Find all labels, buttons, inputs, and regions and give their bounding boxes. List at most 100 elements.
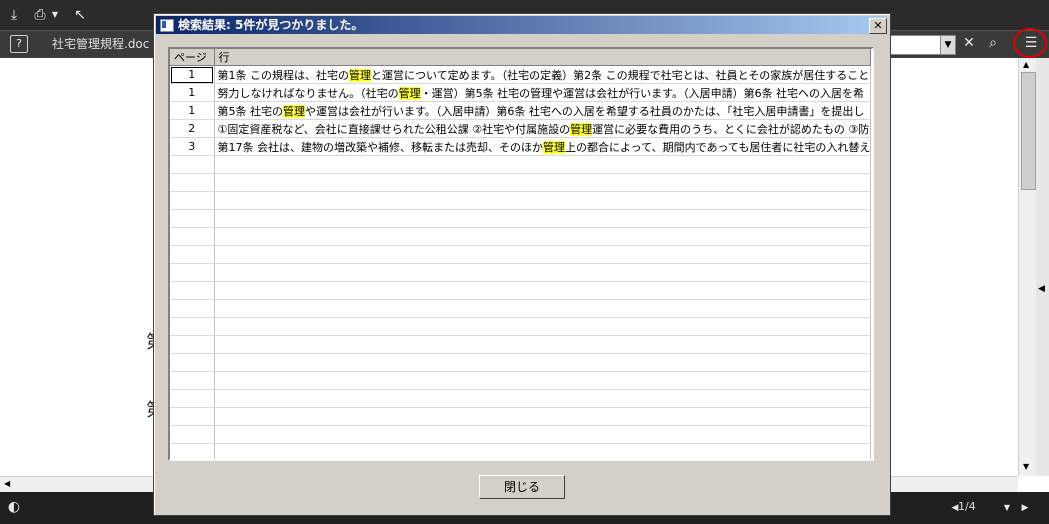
empty-row: [170, 317, 871, 336]
empty-cell: [170, 443, 215, 459]
line-text: ①固定資産税など、会社に直接課せられた公租公課 ②社宅や付属施設の: [217, 122, 571, 136]
empty-cell: [170, 335, 215, 354]
empty-cell: [214, 281, 871, 300]
empty-row: [170, 335, 871, 354]
match-highlight: 管理: [398, 86, 421, 100]
empty-row: [170, 263, 871, 282]
empty-cell: [170, 209, 215, 228]
empty-row: [170, 407, 871, 426]
window-icon: [160, 19, 174, 32]
line-text: 第1条 この規程は、社宅の: [217, 68, 350, 82]
next-page-icon[interactable]: ▶: [1020, 498, 1030, 518]
empty-row: [170, 443, 871, 459]
empty-cell: [214, 389, 871, 408]
empty-row: [170, 209, 871, 228]
search-results-dialog: 検索結果: 5件が見つかりました。 ✕ ページ 行 1 第1条 この規程は、社宅の…: [153, 13, 891, 516]
scroll-left-icon[interactable]: ◀: [4, 479, 10, 488]
empty-cell: [214, 227, 871, 246]
search-icon[interactable]: ⌕: [984, 33, 1002, 53]
empty-cell: [214, 425, 871, 444]
scroll-down-icon[interactable]: ▼: [1023, 462, 1029, 471]
empty-cell: [214, 191, 871, 210]
download-icon[interactable]: ⤓: [4, 5, 24, 25]
empty-cell: [170, 155, 215, 174]
chevron-left-icon[interactable]: ◀: [1038, 284, 1045, 294]
empty-cell: [170, 245, 215, 264]
line-text: や運営は会社が行います。（入居申請）第6条 社宅への入居を希望する社員のかたは、…: [305, 104, 865, 118]
result-row[interactable]: 2 ①固定資産税など、会社に直接課せられた公租公課 ②社宅や付属施設の管理運営に必…: [170, 119, 871, 138]
empty-cell: [214, 317, 871, 336]
line-text: 第5条 社宅の: [217, 104, 284, 118]
vertical-scrollbar[interactable]: ▲ ▼: [1018, 58, 1037, 476]
result-line-cell: ①固定資産税など、会社に直接課せられた公租公課 ②社宅や付属施設の管理運営に必要…: [214, 119, 871, 138]
result-page-cell: 3: [170, 137, 215, 156]
empty-cell: [170, 407, 215, 426]
chevron-down-icon[interactable]: ▼: [940, 36, 955, 54]
empty-cell: [214, 443, 871, 459]
result-page-cell: 2: [170, 119, 215, 138]
empty-row: [170, 389, 871, 408]
line-text: 運営に必要な費用のうち、とくに会社が認めたもの ③防炉: [592, 122, 870, 136]
contrast-icon[interactable]: ◐: [6, 497, 22, 517]
empty-cell: [170, 173, 215, 192]
empty-row: [170, 371, 871, 390]
empty-cell: [214, 353, 871, 372]
empty-row: [170, 173, 871, 192]
empty-cell: [214, 335, 871, 354]
result-line-cell: 第1条 この規程は、社宅の管理と運営について定めます。（社宅の定義）第2条 この…: [214, 65, 871, 84]
empty-cell: [170, 281, 215, 300]
dialog-titlebar[interactable]: 検索結果: 5件が見つかりました。 ✕: [156, 16, 887, 34]
match-highlight: 管理: [570, 122, 593, 136]
result-page-cell: 1: [170, 101, 215, 120]
empty-cell: [214, 155, 871, 174]
empty-cell: [214, 371, 871, 390]
empty-row: [170, 425, 871, 444]
result-line-cell: 努力しなければなりません。（社宅の管理・運営）第5条 社宅の管理や運営は会社が行…: [214, 83, 871, 102]
scroll-thumb[interactable]: [1021, 72, 1036, 190]
empty-row: [170, 353, 871, 372]
grid-header-row: ページ 行: [170, 49, 871, 66]
print-icon[interactable]: ⎙: [30, 5, 50, 25]
result-line-cell: 第17条 会社は、建物の増改築や補修、移転または売却、そのほか管理上の都合によっ…: [214, 137, 871, 156]
empty-cell: [170, 227, 215, 246]
close-button[interactable]: 閉じる: [479, 475, 565, 499]
result-page-cell: 1: [170, 65, 215, 84]
page-dropdown-icon[interactable]: ▼: [1002, 498, 1012, 518]
search-combo[interactable]: ▼: [890, 35, 956, 55]
result-line-cell: 第5条 社宅の管理や運営は会社が行います。（入居申請）第6条 社宅への入居を希望…: [214, 101, 871, 120]
result-row[interactable]: 1 努力しなければなりません。（社宅の管理・運営）第5条 社宅の管理や運営は会社が…: [170, 83, 871, 102]
column-header-page[interactable]: ページ: [170, 49, 215, 66]
chevron-down-icon[interactable]: ▼: [50, 5, 60, 25]
result-row[interactable]: 1 第1条 この規程は、社宅の管理と運営について定めます。（社宅の定義）第2条 こ…: [170, 65, 871, 84]
line-text: 上の都合によって、期間内であっても居住者に社宅の入れ替えや: [565, 140, 870, 154]
match-highlight: 管理: [283, 104, 305, 118]
empty-cell: [170, 389, 215, 408]
line-text: ・運営）第5条 社宅の管理や運営は会社が行います。（入居申請）第6条 社宅への入…: [420, 86, 865, 100]
empty-row: [170, 245, 871, 264]
dialog-title: 検索結果: 5件が見つかりました。: [178, 18, 364, 32]
close-icon[interactable]: ✕: [869, 18, 887, 34]
pointer-tool-icon[interactable]: ↖: [72, 5, 88, 25]
result-page-cell: 1: [170, 83, 215, 102]
clear-search-icon[interactable]: ✕: [960, 33, 978, 53]
empty-cell: [214, 407, 871, 426]
scroll-up-icon[interactable]: ▲: [1023, 60, 1029, 69]
empty-cell: [170, 263, 215, 282]
result-row[interactable]: 3 第17条 会社は、建物の増改築や補修、移転または売却、そのほか管理上の都合によ…: [170, 137, 871, 156]
empty-cell: [170, 191, 215, 210]
empty-cell: [214, 173, 871, 192]
empty-cell: [170, 371, 215, 390]
empty-cell: [170, 317, 215, 336]
results-grid[interactable]: ページ 行 1 第1条 この規程は、社宅の管理と運営について定めます。（社宅の定義…: [168, 47, 874, 461]
empty-cell: [214, 245, 871, 264]
line-text: 努力しなければなりません。（社宅の: [217, 86, 399, 100]
side-panel-toggle[interactable]: ◀: [1036, 58, 1049, 476]
empty-row: [170, 155, 871, 174]
page-indicator: 1/4: [958, 500, 976, 513]
help-icon[interactable]: ?: [10, 35, 28, 53]
match-highlight: 管理: [349, 68, 371, 82]
column-header-line[interactable]: 行: [214, 49, 871, 66]
empty-cell: [214, 209, 871, 228]
result-row[interactable]: 1 第5条 社宅の管理や運営は会社が行います。（入居申請）第6条 社宅への入居を希…: [170, 101, 871, 120]
empty-cell: [214, 263, 871, 282]
